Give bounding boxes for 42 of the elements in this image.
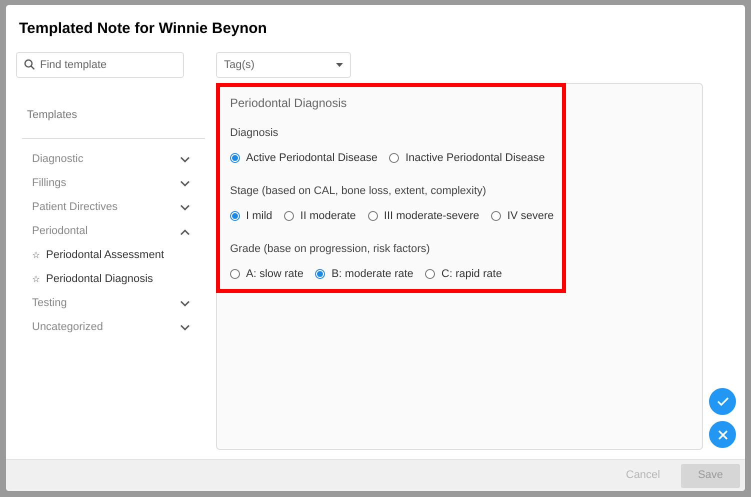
search-icon: [24, 59, 35, 70]
option-label: Inactive Periodontal Disease: [405, 150, 545, 166]
star-icon: ☆: [32, 248, 40, 262]
category-item[interactable]: Uncategorized: [16, 316, 202, 340]
option-label: A: slow rate: [246, 266, 304, 282]
category-item[interactable]: Periodontal: [16, 220, 202, 244]
category-item[interactable]: Patient Directives: [16, 196, 202, 220]
template-item[interactable]: ☆ Periodontal Assessment: [16, 244, 206, 268]
group-label: Stage (based on CAL, bone loss, extent, complexity): [230, 184, 488, 199]
radio-button[interactable]: [230, 210, 240, 221]
option-label: Active Periodontal Disease: [246, 150, 378, 166]
caret-icon: [336, 63, 343, 67]
radio-button[interactable]: [284, 210, 294, 221]
confirm-button[interactable]: [709, 388, 736, 415]
tags-dropdown[interactable]: Tag(s): [216, 52, 351, 78]
option-label: IV severe: [507, 208, 554, 224]
radio-button[interactable]: [315, 268, 326, 279]
radio-button[interactable]: [368, 210, 378, 221]
option-label: B: moderate rate: [331, 266, 414, 282]
group-label: Grade (base on progression, risk factors): [230, 242, 431, 257]
form-title: Periodontal Diagnosis: [230, 95, 348, 112]
category-item[interactable]: Fillings: [16, 172, 202, 196]
option-label: C: rapid rate: [441, 266, 502, 282]
category-item[interactable]: Testing: [16, 292, 202, 316]
close-button[interactable]: [709, 421, 736, 448]
category-item[interactable]: Diagnostic: [16, 148, 202, 172]
radio-button[interactable]: [425, 268, 436, 279]
option-label: I mild: [246, 208, 272, 224]
option-label: III moderate-severe: [384, 208, 480, 224]
radio-button[interactable]: [389, 152, 400, 163]
star-icon: ☆: [32, 272, 40, 286]
radio-button[interactable]: [491, 210, 502, 221]
check-icon: [716, 397, 728, 406]
group-label: Diagnosis: [230, 126, 280, 141]
radio-button[interactable]: [230, 152, 240, 163]
search-field[interactable]: Find template: [16, 52, 184, 78]
option-label: II moderate: [300, 208, 356, 224]
close-icon: [718, 430, 728, 440]
dialog-title: Templated Note for Winnie Beynon: [18, 19, 268, 38]
sidebar-heading: Templates: [27, 108, 78, 123]
template-item[interactable]: ☆ Periodontal Diagnosis: [16, 268, 206, 292]
radio-button[interactable]: [230, 268, 240, 279]
